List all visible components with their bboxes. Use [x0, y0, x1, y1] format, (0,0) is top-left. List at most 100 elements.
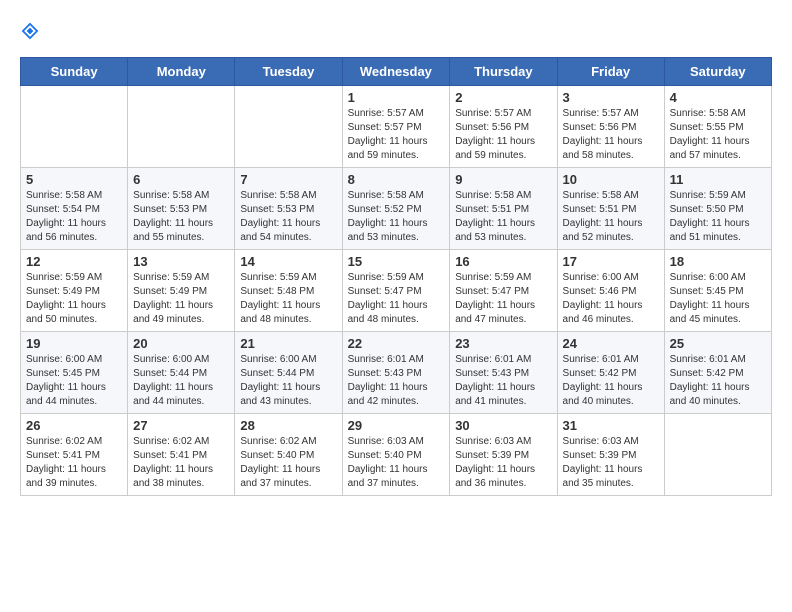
day-number: 18 [670, 254, 766, 269]
day-info: Sunrise: 5:59 AM Sunset: 5:48 PM Dayligh… [240, 271, 336, 327]
day-number: 17 [563, 254, 659, 269]
day-info: Sunrise: 5:58 AM Sunset: 5:53 PM Dayligh… [240, 189, 336, 245]
calendar-week-row: 5 Sunrise: 5:58 AM Sunset: 5:54 PM Daylig… [21, 168, 772, 250]
calendar-cell: 18 Sunrise: 6:00 AM Sunset: 5:45 PM Dayli… [664, 250, 771, 332]
day-info: Sunrise: 5:58 AM Sunset: 5:51 PM Dayligh… [455, 189, 551, 245]
day-info: Sunrise: 5:59 AM Sunset: 5:49 PM Dayligh… [133, 271, 229, 327]
day-number: 12 [26, 254, 122, 269]
day-info: Sunrise: 5:57 AM Sunset: 5:56 PM Dayligh… [563, 107, 659, 163]
day-header-friday: Friday [557, 58, 664, 86]
calendar-cell [235, 86, 342, 168]
day-number: 4 [670, 90, 766, 105]
calendar-cell: 1 Sunrise: 5:57 AM Sunset: 5:57 PM Daylig… [342, 86, 450, 168]
day-header-thursday: Thursday [450, 58, 557, 86]
day-number: 5 [26, 172, 122, 187]
day-info: Sunrise: 6:01 AM Sunset: 5:43 PM Dayligh… [455, 353, 551, 409]
calendar-cell [21, 86, 128, 168]
day-number: 3 [563, 90, 659, 105]
calendar-cell: 30 Sunrise: 6:03 AM Sunset: 5:39 PM Dayli… [450, 414, 557, 496]
calendar-cell: 13Sunrise: 5:59 AM Sunset: 5:49 PM Dayli… [128, 250, 235, 332]
logo [20, 20, 44, 41]
day-info: Sunrise: 5:58 AM Sunset: 5:55 PM Dayligh… [670, 107, 766, 163]
day-number: 24 [563, 336, 659, 351]
day-info: Sunrise: 5:58 AM Sunset: 5:53 PM Dayligh… [133, 189, 229, 245]
calendar-cell: 2Sunrise: 5:57 AM Sunset: 5:56 PM Daylig… [450, 86, 557, 168]
calendar-cell: 16 Sunrise: 5:59 AM Sunset: 5:47 PM Dayli… [450, 250, 557, 332]
day-info: Sunrise: 6:01 AM Sunset: 5:43 PM Dayligh… [348, 353, 445, 409]
logo-icon [20, 21, 40, 41]
day-info: Sunrise: 6:00 AM Sunset: 5:45 PM Dayligh… [26, 353, 122, 409]
day-number: 19 [26, 336, 122, 351]
calendar-week-row: 12 Sunrise: 5:59 AM Sunset: 5:49 PM Dayli… [21, 250, 772, 332]
day-number: 7 [240, 172, 336, 187]
calendar-table: SundayMondayTuesdayWednesdayThursdayFrid… [20, 57, 772, 496]
day-number: 14 [240, 254, 336, 269]
calendar-cell: 12 Sunrise: 5:59 AM Sunset: 5:49 PM Dayli… [21, 250, 128, 332]
day-info: Sunrise: 6:00 AM Sunset: 5:46 PM Dayligh… [563, 271, 659, 327]
day-header-sunday: Sunday [21, 58, 128, 86]
calendar-cell: 29Sunrise: 6:03 AM Sunset: 5:40 PM Dayli… [342, 414, 450, 496]
day-number: 30 [455, 418, 551, 433]
calendar-cell: 27 Sunrise: 6:02 AM Sunset: 5:41 PM Dayli… [128, 414, 235, 496]
day-number: 15 [348, 254, 445, 269]
day-info: Sunrise: 6:02 AM Sunset: 5:40 PM Dayligh… [240, 435, 336, 491]
day-number: 1 [348, 90, 445, 105]
calendar-cell: 6Sunrise: 5:58 AM Sunset: 5:53 PM Daylig… [128, 168, 235, 250]
day-info: Sunrise: 5:59 AM Sunset: 5:49 PM Dayligh… [26, 271, 122, 327]
calendar-cell: 8Sunrise: 5:58 AM Sunset: 5:52 PM Daylig… [342, 168, 450, 250]
calendar-cell: 3 Sunrise: 5:57 AM Sunset: 5:56 PM Daylig… [557, 86, 664, 168]
day-info: Sunrise: 6:03 AM Sunset: 5:39 PM Dayligh… [563, 435, 659, 491]
calendar-cell: 14 Sunrise: 5:59 AM Sunset: 5:48 PM Dayli… [235, 250, 342, 332]
day-number: 27 [133, 418, 229, 433]
day-info: Sunrise: 5:59 AM Sunset: 5:47 PM Dayligh… [455, 271, 551, 327]
day-number: 28 [240, 418, 336, 433]
calendar-cell: 25 Sunrise: 6:01 AM Sunset: 5:42 PM Dayli… [664, 332, 771, 414]
day-info: Sunrise: 5:59 AM Sunset: 5:50 PM Dayligh… [670, 189, 766, 245]
day-info: Sunrise: 6:02 AM Sunset: 5:41 PM Dayligh… [133, 435, 229, 491]
calendar-cell: 24 Sunrise: 6:01 AM Sunset: 5:42 PM Dayli… [557, 332, 664, 414]
day-header-wednesday: Wednesday [342, 58, 450, 86]
day-number: 20 [133, 336, 229, 351]
calendar-cell: 7 Sunrise: 5:58 AM Sunset: 5:53 PM Daylig… [235, 168, 342, 250]
calendar-cell: 20 Sunrise: 6:00 AM Sunset: 5:44 PM Dayli… [128, 332, 235, 414]
day-info: Sunrise: 6:01 AM Sunset: 5:42 PM Dayligh… [563, 353, 659, 409]
calendar-cell: 31 Sunrise: 6:03 AM Sunset: 5:39 PM Dayli… [557, 414, 664, 496]
calendar-cell: 21Sunrise: 6:00 AM Sunset: 5:44 PM Dayli… [235, 332, 342, 414]
calendar-cell: 11Sunrise: 5:59 AM Sunset: 5:50 PM Dayli… [664, 168, 771, 250]
calendar-cell [128, 86, 235, 168]
day-number: 25 [670, 336, 766, 351]
calendar-cell: 26 Sunrise: 6:02 AM Sunset: 5:41 PM Dayli… [21, 414, 128, 496]
calendar-cell: 4 Sunrise: 5:58 AM Sunset: 5:55 PM Daylig… [664, 86, 771, 168]
day-info: Sunrise: 5:59 AM Sunset: 5:47 PM Dayligh… [348, 271, 445, 327]
day-info: Sunrise: 5:58 AM Sunset: 5:54 PM Dayligh… [26, 189, 122, 245]
day-header-monday: Monday [128, 58, 235, 86]
day-info: Sunrise: 5:57 AM Sunset: 5:57 PM Dayligh… [348, 107, 445, 163]
day-info: Sunrise: 6:03 AM Sunset: 5:39 PM Dayligh… [455, 435, 551, 491]
day-info: Sunrise: 6:00 AM Sunset: 5:45 PM Dayligh… [670, 271, 766, 327]
day-number: 29 [348, 418, 445, 433]
page-header [20, 20, 772, 41]
calendar-cell: 23 Sunrise: 6:01 AM Sunset: 5:43 PM Dayli… [450, 332, 557, 414]
calendar-cell: 9 Sunrise: 5:58 AM Sunset: 5:51 PM Daylig… [450, 168, 557, 250]
calendar-cell [664, 414, 771, 496]
day-number: 9 [455, 172, 551, 187]
calendar-cell: 22 Sunrise: 6:01 AM Sunset: 5:43 PM Dayli… [342, 332, 450, 414]
day-number: 16 [455, 254, 551, 269]
day-number: 23 [455, 336, 551, 351]
day-info: Sunrise: 6:02 AM Sunset: 5:41 PM Dayligh… [26, 435, 122, 491]
calendar-cell: 10Sunrise: 5:58 AM Sunset: 5:51 PM Dayli… [557, 168, 664, 250]
day-header-saturday: Saturday [664, 58, 771, 86]
day-info: Sunrise: 6:01 AM Sunset: 5:42 PM Dayligh… [670, 353, 766, 409]
day-number: 31 [563, 418, 659, 433]
calendar-week-row: 1 Sunrise: 5:57 AM Sunset: 5:57 PM Daylig… [21, 86, 772, 168]
day-number: 22 [348, 336, 445, 351]
calendar-cell: 17 Sunrise: 6:00 AM Sunset: 5:46 PM Dayli… [557, 250, 664, 332]
day-info: Sunrise: 6:00 AM Sunset: 5:44 PM Dayligh… [133, 353, 229, 409]
calendar-cell: 19 Sunrise: 6:00 AM Sunset: 5:45 PM Dayli… [21, 332, 128, 414]
day-number: 8 [348, 172, 445, 187]
day-number: 26 [26, 418, 122, 433]
day-number: 21 [240, 336, 336, 351]
day-number: 2 [455, 90, 551, 105]
calendar-cell: 15 Sunrise: 5:59 AM Sunset: 5:47 PM Dayli… [342, 250, 450, 332]
calendar-cell: 5 Sunrise: 5:58 AM Sunset: 5:54 PM Daylig… [21, 168, 128, 250]
